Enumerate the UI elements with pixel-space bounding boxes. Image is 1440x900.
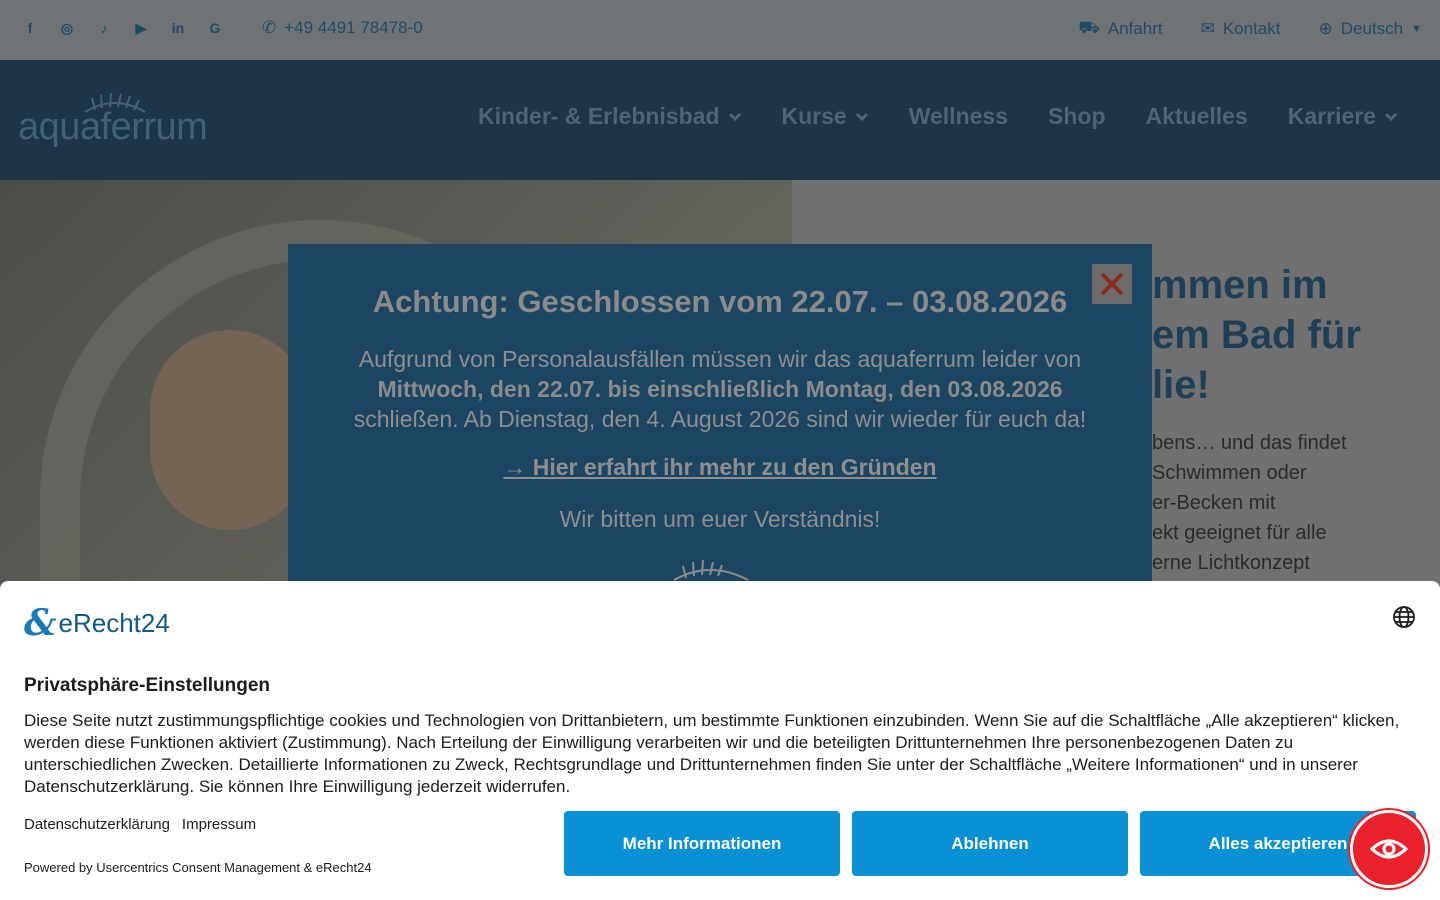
erecht24-mark-icon: &	[24, 602, 57, 644]
cookie-consent-banner: & eRecht24 Privatsphäre-Einstellungen Di…	[0, 581, 1440, 900]
language-globe-icon[interactable]	[1392, 605, 1416, 629]
consent-heading: Privatsphäre-Einstellungen	[24, 675, 271, 696]
more-information-button[interactable]: Mehr Informationen	[564, 811, 840, 876]
erecht24-wordmark: eRecht24	[58, 607, 170, 638]
privacy-policy-link[interactable]: Datenschutzerklärung	[24, 816, 170, 833]
erecht24-logo: & eRecht24	[24, 602, 170, 644]
popup-title: Achtung: Geschlossen vom 22.07. – 03.08.…	[372, 284, 1068, 319]
popup-body-bold: Mittwoch, den 22.07. bis einschließlich …	[377, 376, 1063, 402]
powered-by-text: Powered by Usercentrics Consent Manageme…	[24, 860, 372, 875]
eye-icon	[1369, 839, 1409, 859]
close-icon	[1100, 272, 1124, 296]
privacy-settings-button[interactable]	[1350, 810, 1428, 888]
popup-body: Aufgrund von Personalausfällen müssen wi…	[318, 344, 1122, 434]
imprint-link[interactable]: Impressum	[182, 816, 256, 833]
popup-thanks: Wir bitten um euer Verständnis!	[559, 506, 881, 532]
popup-close-button[interactable]	[1092, 264, 1132, 304]
consent-links: Datenschutzerklärung Impressum	[24, 816, 256, 833]
popup-body-line: Aufgrund von Personalausfällen müssen wi…	[358, 346, 1082, 372]
decline-button[interactable]: Ablehnen	[852, 811, 1128, 876]
popup-logo-icon	[673, 559, 749, 581]
popup-body-line: schließen. Ab Dienstag, den 4. August 20…	[353, 406, 1087, 432]
consent-text: Diese Seite nutzt zustimmungspflichtige …	[24, 711, 1400, 796]
popup-reasons-link[interactable]: → Hier erfahrt ihr mehr zu den Gründen	[288, 454, 1152, 481]
